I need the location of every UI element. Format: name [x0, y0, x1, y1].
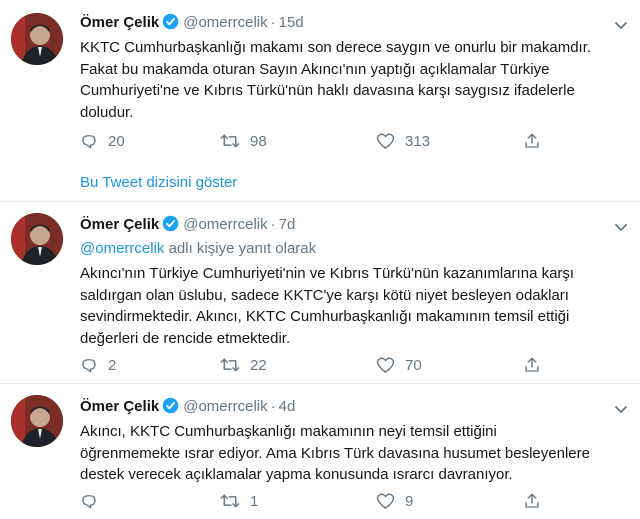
author-name[interactable]: Ömer Çelik	[80, 398, 159, 415]
author-handle[interactable]: @omerrcelik	[183, 14, 267, 31]
reply-icon	[80, 132, 98, 150]
verified-badge-icon	[162, 13, 179, 34]
tweet-2[interactable]: Ömer Çelik @omerrcelik · 7d @omerrcelik adl…	[0, 202, 640, 383]
share-button[interactable]	[523, 354, 541, 376]
retweet-count: 1	[250, 492, 259, 510]
tweet-actions: 20 98 313	[80, 130, 600, 152]
tweet-1[interactable]: Ömer Çelik @omerrcelik · 15d KKTC Cumhurbaş…	[0, 0, 640, 160]
reply-count: 2	[108, 356, 117, 374]
like-count: 9	[405, 492, 414, 510]
retweet-button[interactable]: 98	[220, 130, 267, 152]
reply-count: 20	[108, 132, 125, 150]
tweet-text: KKTC Cumhurbaşkanlığı makamı son derece …	[80, 39, 592, 121]
share-icon	[523, 356, 541, 374]
reply-icon	[80, 492, 98, 510]
retweet-icon	[220, 492, 240, 510]
chevron-down-icon[interactable]	[614, 402, 628, 414]
chevron-down-icon[interactable]	[614, 18, 628, 30]
reply-button[interactable]: 20	[80, 130, 125, 152]
share-button[interactable]	[523, 490, 541, 512]
timestamp[interactable]: 4d	[279, 398, 296, 415]
timestamp[interactable]: 7d	[279, 216, 296, 233]
share-icon	[523, 492, 541, 510]
reply-button[interactable]	[80, 490, 108, 512]
reply-mention-link[interactable]: @omerrcelik	[80, 240, 164, 257]
verified-badge-icon	[162, 215, 179, 236]
like-button[interactable]: 313	[376, 130, 430, 152]
tweet-actions: 2 22 70	[80, 354, 600, 376]
tweet-text: Akıncı'nın Türkiye Cumhuriyeti'nin ve Kı…	[80, 265, 575, 347]
like-count: 313	[405, 132, 431, 150]
author-name[interactable]: Ömer Çelik	[80, 216, 159, 233]
retweet-button[interactable]: 1	[220, 490, 258, 512]
like-icon	[376, 132, 395, 150]
tweet-3[interactable]: Ömer Çelik @omerrcelik · 4d Akıncı, KKTC Cu…	[0, 384, 640, 519]
author-handle[interactable]: @omerrcelik	[183, 398, 267, 415]
like-button[interactable]: 9	[376, 490, 413, 512]
like-button[interactable]: 70	[376, 354, 422, 376]
share-icon	[523, 132, 541, 150]
retweet-icon	[220, 132, 240, 150]
separator-dot: ·	[270, 216, 276, 233]
share-button[interactable]	[523, 130, 541, 152]
show-thread-link[interactable]: Bu Tweet dizisini göster	[80, 174, 237, 191]
tweet-actions: 1 9	[80, 490, 600, 512]
chevron-down-icon[interactable]	[614, 220, 628, 232]
separator-dot: ·	[270, 398, 276, 415]
tweet-text: Akıncı, KKTC Cumhurbaşkanlığı makamının …	[80, 423, 590, 483]
avatar[interactable]	[11, 395, 63, 447]
retweet-icon	[220, 356, 240, 374]
avatar[interactable]	[11, 213, 63, 265]
reply-button[interactable]: 2	[80, 354, 116, 376]
avatar[interactable]	[11, 13, 63, 65]
like-count: 70	[405, 356, 422, 374]
retweet-count: 22	[250, 356, 267, 374]
author-name[interactable]: Ömer Çelik	[80, 14, 159, 31]
reply-context: @omerrcelik adlı kişiye yanıt olarak	[80, 240, 316, 257]
reply-icon	[80, 356, 98, 374]
retweet-count: 98	[250, 132, 267, 150]
verified-badge-icon	[162, 397, 179, 418]
timestamp[interactable]: 15d	[279, 14, 304, 31]
like-icon	[376, 492, 395, 510]
author-handle[interactable]: @omerrcelik	[183, 216, 267, 233]
retweet-button[interactable]: 22	[220, 354, 267, 376]
reply-context-text: adlı kişiye yanıt olarak	[164, 240, 317, 257]
like-icon	[376, 356, 395, 374]
separator-dot: ·	[270, 14, 276, 31]
